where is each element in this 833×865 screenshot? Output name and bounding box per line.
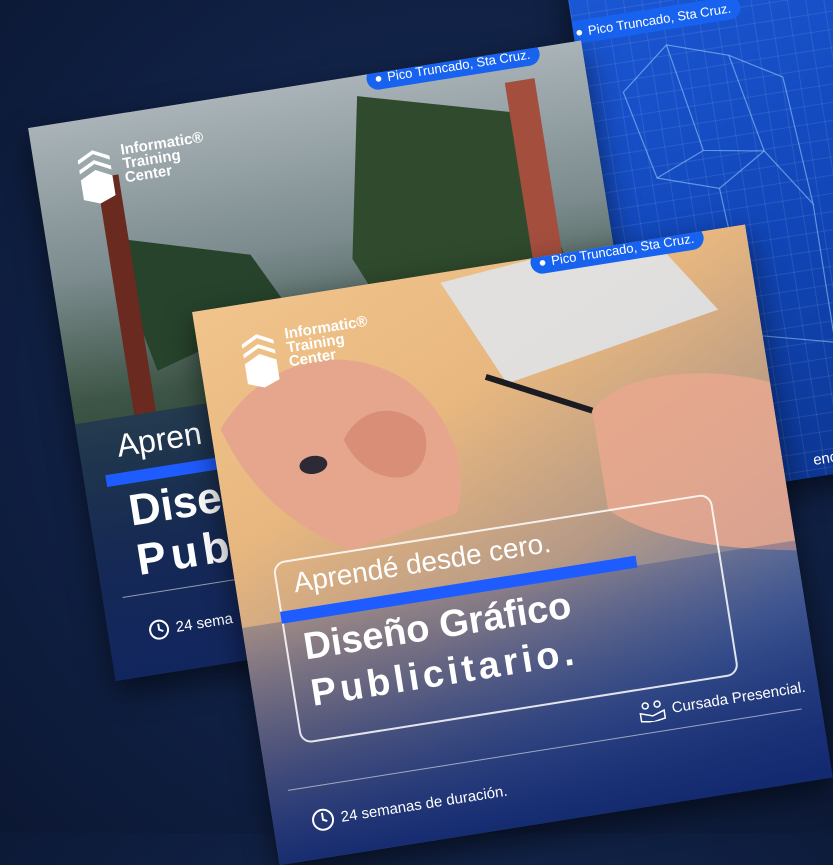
location-pin-icon: ● [574,23,585,40]
front-flyer: ● Pico Truncado, Sta Cruz. Informatic® T… [192,224,833,865]
clock-icon [149,619,170,640]
location-pin-icon: ● [537,254,548,271]
brand-mark-icon [77,150,116,204]
brand-mark-icon [241,334,280,388]
clock-icon [312,808,335,831]
people-reading-icon [639,700,667,723]
location-pin-icon: ● [373,70,384,87]
